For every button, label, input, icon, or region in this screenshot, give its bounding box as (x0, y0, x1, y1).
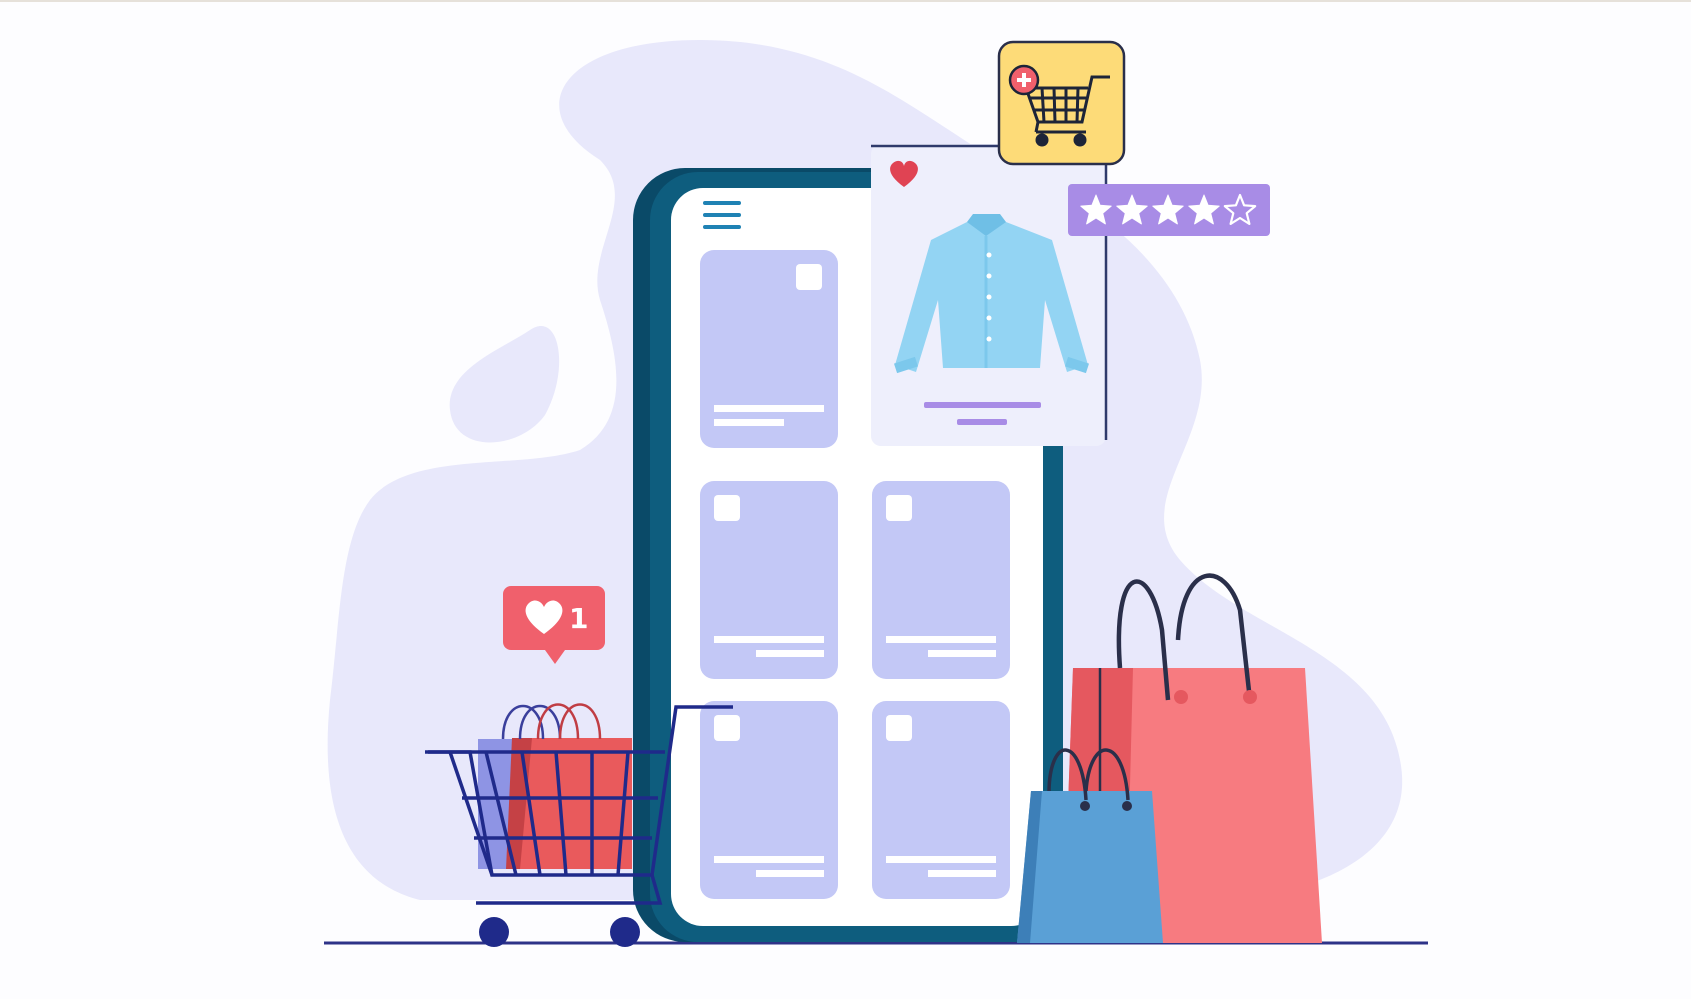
cart-wheel-left (479, 917, 509, 947)
plus-badge-icon (1008, 64, 1040, 96)
product-card-placeholder[interactable] (700, 701, 838, 899)
background-blob-small-left (449, 326, 560, 443)
select-checkbox[interactable] (714, 715, 740, 741)
shopping-illustration: 1 (324, 40, 1428, 947)
product-card-placeholder[interactable] (872, 481, 1010, 679)
background-blob-small-right (1187, 445, 1276, 568)
cart-wheel-right (610, 917, 640, 947)
select-checkbox[interactable] (886, 495, 912, 521)
product-card-placeholder[interactable] (700, 481, 838, 679)
select-checkbox[interactable] (886, 715, 912, 741)
add-to-cart-button[interactable] (997, 40, 1126, 166)
product-card-placeholder[interactable] (872, 701, 1010, 899)
product-title-line (924, 402, 1041, 408)
like-count: 1 (569, 602, 588, 635)
select-checkbox[interactable] (714, 495, 740, 521)
select-checkbox[interactable] (796, 264, 822, 290)
rating-badge (1068, 184, 1270, 236)
product-price-line (957, 419, 1007, 425)
product-card-placeholder[interactable] (700, 250, 838, 448)
